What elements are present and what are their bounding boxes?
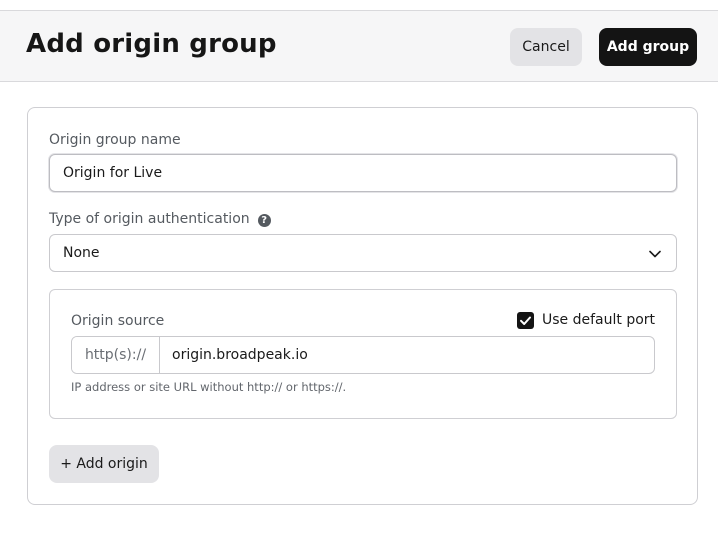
- origin-url-field: http(s):// origin.broadpeak.io: [71, 336, 655, 374]
- origin-source-panel: Origin source Use default port http(s):/…: [49, 289, 677, 419]
- use-default-port-checkbox[interactable]: [517, 312, 534, 329]
- origin-group-form: Origin group name Origin for Live Type o…: [27, 107, 698, 505]
- origin-url-input[interactable]: origin.broadpeak.io: [160, 337, 654, 373]
- question-circle-icon[interactable]: ?: [257, 214, 271, 227]
- auth-type-select-value: None: [63, 245, 100, 261]
- auth-type-label: Type of origin authentication?: [49, 211, 271, 227]
- add-origin-button[interactable]: + Add origin: [49, 445, 159, 483]
- page-header: Add origin group Cancel Add group: [0, 10, 718, 82]
- add-group-button[interactable]: Add group: [599, 28, 697, 66]
- origin-url-hint: IP address or site URL without http:// o…: [71, 380, 347, 394]
- origin-source-label: Origin source: [71, 313, 165, 329]
- auth-type-select[interactable]: None: [49, 234, 677, 272]
- protocol-prefix: http(s)://: [72, 337, 160, 373]
- auth-type-label-text: Type of origin authentication: [49, 211, 250, 227]
- group-name-label: Origin group name: [49, 132, 181, 148]
- use-default-port-label[interactable]: Use default port: [542, 312, 655, 328]
- checkmark-icon: [520, 316, 531, 325]
- chevron-down-icon: [649, 250, 661, 258]
- cancel-button[interactable]: Cancel: [510, 28, 582, 66]
- page-title: Add origin group: [26, 29, 277, 59]
- group-name-input[interactable]: Origin for Live: [49, 154, 677, 192]
